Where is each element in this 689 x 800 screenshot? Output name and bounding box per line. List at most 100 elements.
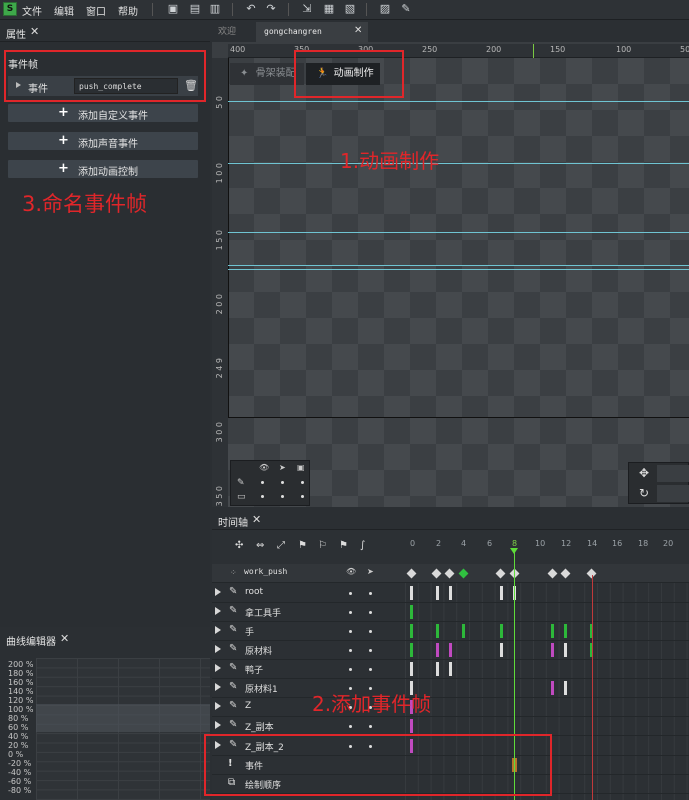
menu-edit[interactable]: 编辑 xyxy=(54,3,74,18)
frame-number: 14 xyxy=(587,539,598,548)
layer-name: Z xyxy=(245,701,252,711)
curve-editor-title: 曲线编辑器 xyxy=(6,637,56,648)
properties-tab: 属性 ✕ xyxy=(0,22,210,42)
toggle-dot[interactable] xyxy=(281,495,284,498)
layer-name: 手 xyxy=(245,628,255,638)
curve-label: 180 % xyxy=(8,669,34,678)
layer-name: 原材料1 xyxy=(245,685,278,695)
key-color-icon[interactable]: ⚐ xyxy=(318,540,327,551)
pen-icon: ✎ xyxy=(229,605,238,616)
toggle-dot[interactable] xyxy=(261,481,264,484)
eye-icon[interactable]: 👁 xyxy=(259,463,269,472)
menu-help[interactable]: 帮助 xyxy=(118,3,138,18)
keyframe[interactable] xyxy=(500,643,503,657)
keyframe[interactable] xyxy=(410,605,413,619)
lock-icon[interactable]: ▣ xyxy=(297,463,305,472)
key-translate-icon[interactable]: ⇔ xyxy=(256,540,264,551)
ruler-label: 150 xyxy=(550,45,566,54)
add-custom-event-button[interactable]: + 添加自定义事件 xyxy=(8,104,198,122)
keyframe[interactable] xyxy=(410,586,413,600)
keyframe[interactable] xyxy=(551,643,554,657)
pen-icon: ✎ xyxy=(229,624,238,635)
keyframe[interactable] xyxy=(436,586,439,600)
redo-icon[interactable]: ↷ xyxy=(264,2,278,16)
cursor-icon[interactable]: ➤ xyxy=(367,567,374,576)
move-field[interactable] xyxy=(657,465,689,482)
keyframe[interactable] xyxy=(449,643,452,657)
key-attachment-icon[interactable]: ⚑ xyxy=(339,540,348,551)
keyframe[interactable] xyxy=(449,662,452,676)
tab-active[interactable]: gongchangren ✕ xyxy=(256,22,368,42)
new-folder-icon[interactable]: ▣ xyxy=(166,2,180,16)
key-scale-icon[interactable]: ⤢ xyxy=(277,540,285,551)
key-rotate-icon[interactable]: ⚑ xyxy=(298,540,307,551)
tab-gongchangren[interactable]: gongchangren xyxy=(264,22,322,42)
keyframe[interactable] xyxy=(410,624,413,638)
mode-skeleton-button[interactable]: ✦ 骨架装配 xyxy=(230,63,304,85)
layer-row[interactable]: ✎ 拿工具手 xyxy=(212,603,689,622)
ruler-label: 200 xyxy=(486,45,502,54)
keyframe[interactable] xyxy=(436,643,439,657)
pen-icon: ✎ xyxy=(229,662,238,673)
keyframe[interactable] xyxy=(436,662,439,676)
layer-row[interactable]: ✎ Z xyxy=(212,698,689,717)
move-icon[interactable]: ✥ xyxy=(639,466,649,480)
ruler-label: 1 5 0 xyxy=(215,230,224,251)
menu-file[interactable]: 文件 xyxy=(22,3,42,18)
curve-label: -80 % xyxy=(8,786,32,795)
toggle-dot[interactable] xyxy=(301,481,304,484)
keyframe[interactable] xyxy=(551,681,554,695)
curve-label: 160 % xyxy=(8,678,34,687)
open-folder-icon[interactable]: ▤ xyxy=(188,2,202,16)
keyframe[interactable] xyxy=(551,624,554,638)
keyframe[interactable] xyxy=(500,624,503,638)
close-icon[interactable]: ✕ xyxy=(252,513,261,526)
cursor-icon[interactable]: ➤ xyxy=(279,463,286,472)
toggle-dot[interactable] xyxy=(301,495,304,498)
edit-icon[interactable]: ✎ xyxy=(399,2,413,16)
export-folder-icon[interactable]: ▦ xyxy=(322,2,336,16)
publish-icon[interactable]: ▧ xyxy=(343,2,357,16)
save-icon[interactable]: ▥ xyxy=(208,2,222,16)
undo-icon[interactable]: ↶ xyxy=(244,2,258,16)
keyframe[interactable] xyxy=(410,643,413,657)
keyframe[interactable] xyxy=(564,643,567,657)
keyframe[interactable] xyxy=(564,624,567,638)
rotate-icon[interactable]: ↻ xyxy=(639,486,649,500)
rotate-field[interactable] xyxy=(657,485,689,502)
keyframe[interactable] xyxy=(436,624,439,638)
close-icon[interactable]: ✕ xyxy=(354,25,362,36)
key-all-icon[interactable]: ✣ xyxy=(235,540,243,551)
add-sound-event-button[interactable]: + 添加声音事件 xyxy=(8,132,198,150)
close-icon[interactable]: ✕ xyxy=(60,632,69,645)
close-icon[interactable]: ✕ xyxy=(30,25,39,38)
ruler-label: 5 0 xyxy=(215,96,224,109)
stage-tabs: 欢迎 gongchangren ✕ xyxy=(212,22,689,42)
menu-window[interactable]: 窗口 xyxy=(86,3,106,18)
document-icon[interactable]: ▨ xyxy=(378,2,392,16)
properties-panel: 事件帧 事件 🗑 xyxy=(0,42,210,627)
image-icon[interactable]: ▭ xyxy=(237,492,246,502)
toggle-dot[interactable] xyxy=(281,481,284,484)
eye-icon[interactable]: 👁 xyxy=(346,567,356,576)
curve-icon[interactable]: ∫ xyxy=(360,540,365,551)
layer-row[interactable]: ✎ 手 xyxy=(212,622,689,641)
animation-name: work_push xyxy=(244,567,288,576)
timeline-title: 时间轴 xyxy=(218,518,248,529)
keyframe[interactable] xyxy=(462,624,465,638)
import-icon[interactable]: ⇲ xyxy=(300,2,314,16)
add-anim-control-button[interactable]: + 添加动画控制 xyxy=(8,160,198,178)
keyframe[interactable] xyxy=(564,681,567,695)
toggle-dot[interactable] xyxy=(261,495,264,498)
keyframe[interactable] xyxy=(410,719,413,733)
keyframe[interactable] xyxy=(410,662,413,676)
layer-row[interactable]: ✎ 原材料1 xyxy=(212,679,689,698)
keyframe[interactable] xyxy=(449,586,452,600)
stage-canvas[interactable] xyxy=(228,58,689,418)
transform-panel: ✥ ↻ xyxy=(628,462,689,504)
tab-welcome[interactable]: 欢迎 xyxy=(218,22,236,42)
brush-icon[interactable]: ✎ xyxy=(237,478,245,488)
ruler-marker xyxy=(533,44,534,58)
keyframe[interactable] xyxy=(500,586,503,600)
playhead-icon[interactable] xyxy=(510,548,518,554)
